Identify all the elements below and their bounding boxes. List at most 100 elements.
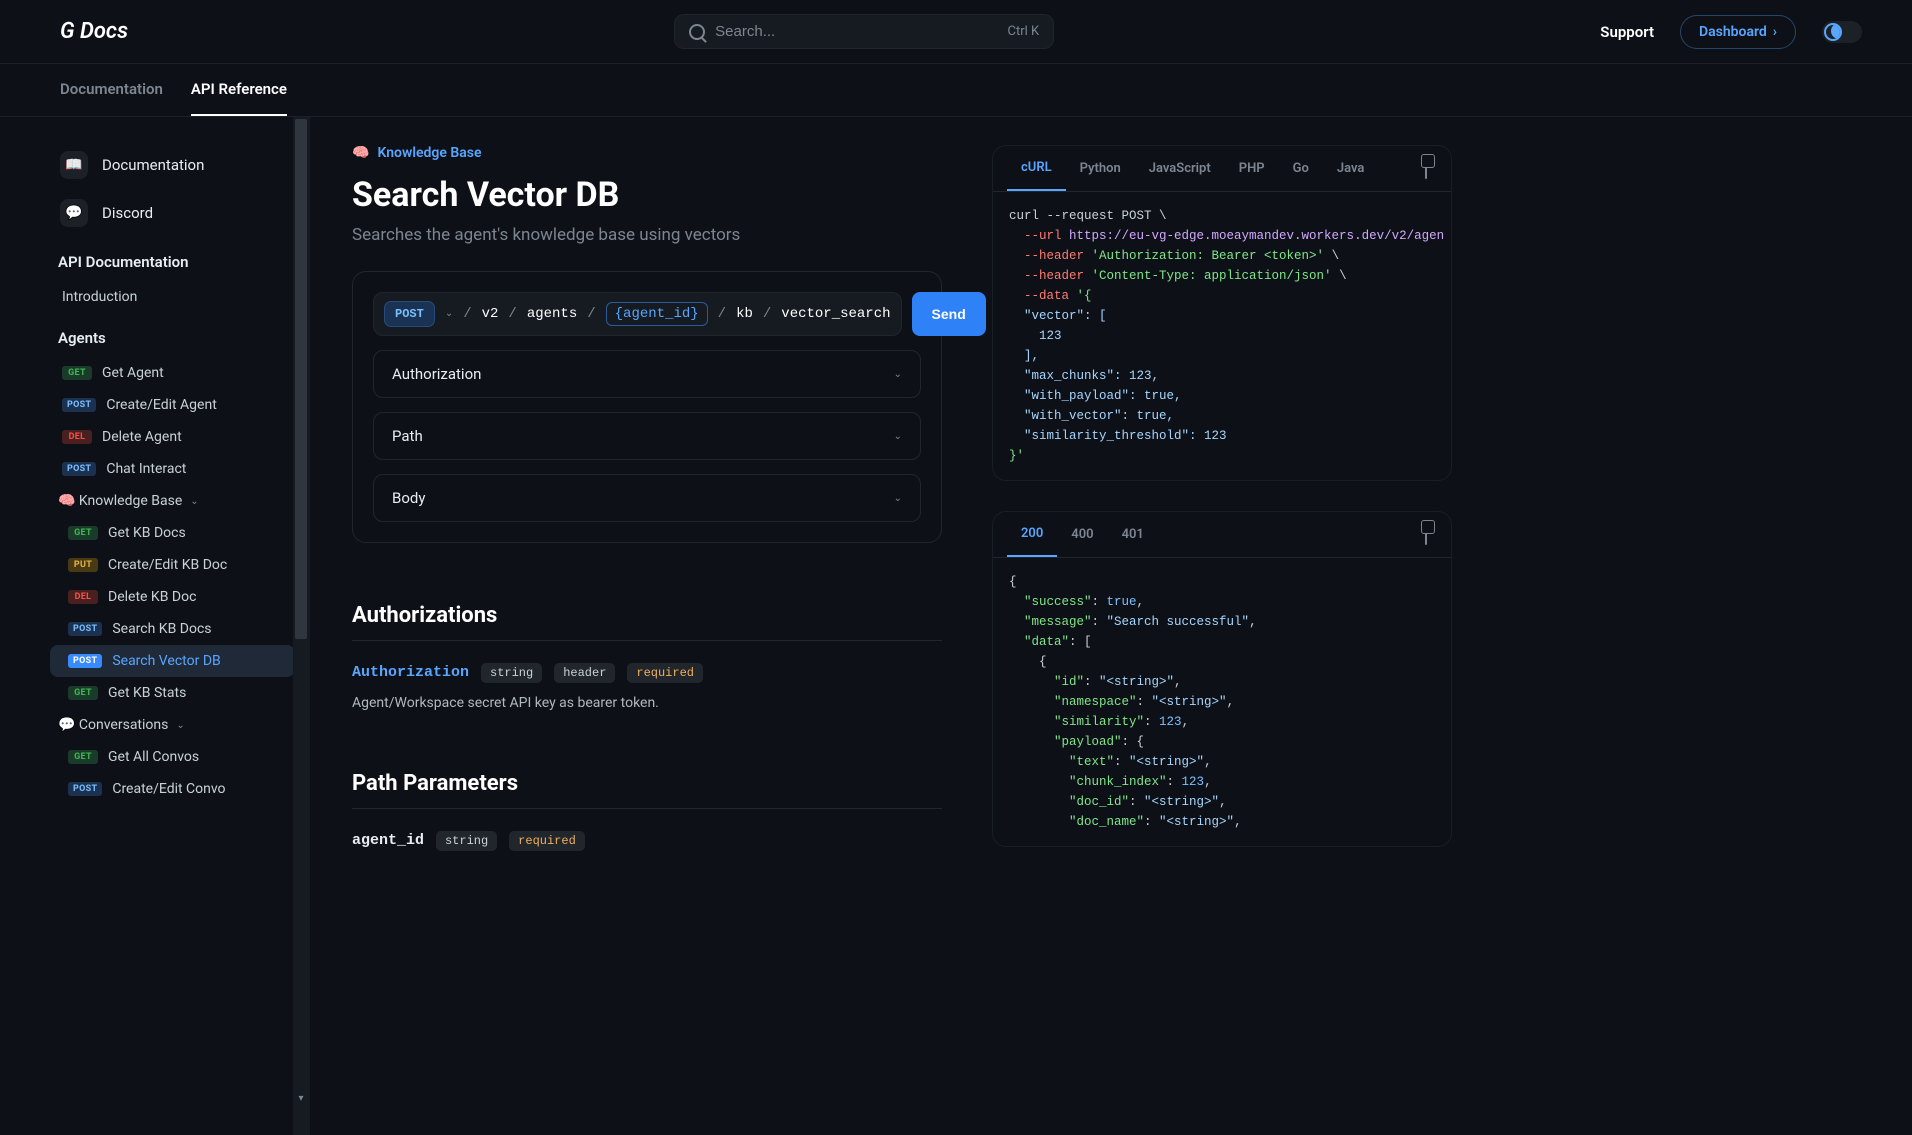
param-tag-header: header — [554, 663, 615, 683]
response-tab-400[interactable]: 400 — [1057, 513, 1107, 556]
tab-api-reference[interactable]: API Reference — [191, 64, 287, 116]
code-text: "payload" — [1009, 735, 1122, 749]
code-text: 'Authorization: Bearer <token>' — [1084, 249, 1324, 263]
method-badge: GET — [68, 686, 98, 700]
theme-toggle[interactable] — [1822, 21, 1862, 43]
search-input[interactable] — [715, 23, 965, 40]
code-tab-python[interactable]: Python — [1066, 147, 1135, 190]
book-icon: 📖 — [60, 151, 88, 179]
copy-button[interactable] — [1415, 149, 1437, 188]
code-text: }' — [1009, 449, 1024, 463]
code-tab-curl[interactable]: cURL — [1007, 146, 1066, 191]
response-tab-200[interactable]: 200 — [1007, 512, 1057, 557]
section-authorizations: Authorizations — [352, 603, 942, 641]
content: 🧠 Knowledge Base Search Vector DB Search… — [352, 145, 942, 1135]
sidebar-item-label: Chat Interact — [106, 461, 186, 477]
sidebar-item-search-kb-docs[interactable]: POST Search KB Docs — [50, 613, 295, 645]
code-tabs: cURL Python JavaScript PHP Go Java — [993, 146, 1451, 192]
sidebar-item-search-vector-db[interactable]: POST Search Vector DB — [50, 645, 295, 677]
sidebar-item-get-kb-docs[interactable]: GET Get KB Docs — [50, 517, 295, 549]
code-text: "with_payload": true, — [1009, 389, 1182, 403]
code-text: curl --request — [1009, 209, 1122, 223]
sidebar-link-documentation[interactable]: 📖 Documentation — [50, 141, 295, 189]
page-title: Search Vector DB — [352, 175, 942, 215]
chevron-down-icon[interactable]: ⌄ — [445, 308, 453, 320]
sidebar-item-label: Delete KB Doc — [108, 589, 196, 605]
response-tab-401[interactable]: 401 — [1108, 513, 1158, 556]
breadcrumb[interactable]: 🧠 Knowledge Base — [352, 145, 942, 161]
sidebar-link-discord[interactable]: 💬 Discord — [50, 189, 295, 237]
collapse-authorization[interactable]: Authorization ⌄ — [373, 350, 921, 398]
tab-documentation[interactable]: Documentation — [60, 64, 163, 116]
code-text: --url — [1009, 229, 1062, 243]
sidebar-scrollbar[interactable]: ▾ — [293, 117, 309, 1135]
code-tab-javascript[interactable]: JavaScript — [1135, 147, 1225, 190]
param-agent-id: agent_id string required — [352, 829, 942, 851]
sidebar-item-get-kb-stats[interactable]: GET Get KB Stats — [50, 677, 295, 709]
logo[interactable]: G Docs — [60, 19, 128, 44]
chevron-down-icon: ⌄ — [894, 431, 902, 442]
sidebar-item-delete-kb-doc[interactable]: DEL Delete KB Doc — [50, 581, 295, 613]
dashboard-button[interactable]: Dashboard › — [1680, 15, 1796, 49]
search-shortcut: Ctrl K — [1008, 24, 1040, 39]
response-code-block: 200 400 401 { "success": true, "message"… — [992, 511, 1452, 847]
path-separator: / — [587, 306, 595, 322]
code-text: "max_chunks": 123, — [1009, 369, 1159, 383]
chat-icon: 💬 Conversations — [58, 717, 168, 733]
chevron-right-icon: › — [1773, 24, 1777, 40]
sidebar-item-get-agent[interactable]: GET Get Agent — [50, 357, 295, 389]
path-param-agent-id[interactable]: {agent_id} — [606, 302, 708, 326]
sidebar-item-label: Introduction — [62, 289, 137, 305]
scrollbar-thumb[interactable] — [295, 119, 307, 639]
code-tab-php[interactable]: PHP — [1225, 147, 1279, 190]
moon-icon — [1824, 23, 1842, 41]
code-text: https://eu-vg-edge.moeaymandev.workers.d… — [1062, 229, 1445, 243]
collapse-path[interactable]: Path ⌄ — [373, 412, 921, 460]
sidebar-item-create-edit-convo[interactable]: POST Create/Edit Convo — [50, 773, 295, 805]
request-code-body[interactable]: curl --request POST \ --url https://eu-v… — [993, 192, 1451, 480]
breadcrumb-label: Knowledge Base — [377, 145, 481, 161]
chevron-down-icon: ⌄ — [190, 496, 198, 507]
search-icon — [689, 24, 705, 40]
sidebar-item-create-edit-agent[interactable]: POST Create/Edit Agent — [50, 389, 295, 421]
collapse-body[interactable]: Body ⌄ — [373, 474, 921, 522]
sidebar-category-conversations[interactable]: 💬 Conversations ⌄ — [50, 709, 295, 741]
copy-icon — [1425, 524, 1427, 545]
sidebar-item-label: Create/Edit Convo — [112, 781, 225, 797]
top-tabs: Documentation API Reference — [0, 64, 1912, 117]
method-badge: POST — [68, 654, 102, 668]
header: G Docs Ctrl K Support Dashboard › — [0, 0, 1912, 64]
code-text: { — [1009, 575, 1017, 589]
sidebar-link-label: Discord — [102, 204, 153, 222]
sidebar-item-chat-interact[interactable]: POST Chat Interact — [50, 453, 295, 485]
sidebar-category-knowledge-base[interactable]: 🧠 Knowledge Base ⌄ — [50, 485, 295, 517]
code-tab-go[interactable]: Go — [1279, 147, 1323, 190]
sidebar-item-introduction[interactable]: Introduction — [50, 281, 295, 313]
search-input-container[interactable]: Ctrl K — [674, 14, 1054, 49]
code-text: "with_vector": true, — [1009, 409, 1174, 423]
param-tag-required: required — [627, 663, 703, 683]
code-text: { — [1009, 655, 1047, 669]
sidebar-item-delete-agent[interactable]: DEL Delete Agent — [50, 421, 295, 453]
param-authorization: Authorization string header required Age… — [352, 661, 942, 711]
sidebar-item-create-edit-kb-doc[interactable]: PUT Create/Edit KB Doc — [50, 549, 295, 581]
sidebar-item-label: Search KB Docs — [112, 621, 211, 637]
support-link[interactable]: Support — [1600, 23, 1654, 41]
scrollbar-down-arrow[interactable]: ▾ — [295, 1093, 307, 1105]
sidebar-item-label: Get KB Stats — [108, 685, 186, 701]
method-badge: POST — [68, 782, 102, 796]
section-agents: Agents — [50, 313, 295, 357]
copy-button[interactable] — [1415, 515, 1437, 554]
method-badge: DEL — [68, 590, 98, 604]
collapse-label: Body — [392, 489, 425, 507]
collapse-label: Authorization — [392, 365, 481, 383]
code-text: \ — [1332, 269, 1347, 283]
send-button[interactable]: Send — [912, 292, 986, 336]
request-code-block: cURL Python JavaScript PHP Go Java curl … — [992, 145, 1452, 481]
sidebar-item-get-all-convos[interactable]: GET Get All Convos — [50, 741, 295, 773]
code-panel: cURL Python JavaScript PHP Go Java curl … — [992, 145, 1452, 1135]
code-tab-java[interactable]: Java — [1323, 147, 1379, 190]
code-text: "namespace" — [1009, 695, 1137, 709]
sidebar: 📖 Documentation 💬 Discord API Documentat… — [0, 117, 310, 1135]
response-code-body[interactable]: { "success": true, "message": "Search su… — [993, 558, 1451, 846]
